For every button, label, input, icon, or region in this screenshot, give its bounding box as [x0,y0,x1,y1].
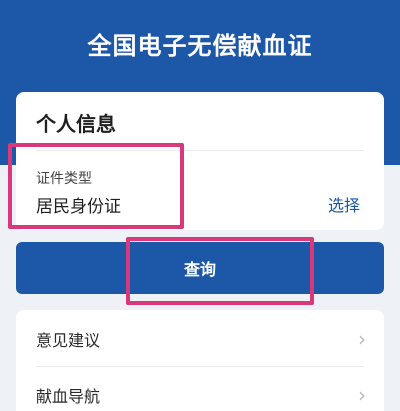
page-title: 全国电子无偿献血证 [87,32,313,60]
query-button[interactable]: 查询 [16,242,384,294]
id-type-label: 证件类型 [36,171,92,187]
list-divider [36,366,364,367]
menu-item-donation-navigation[interactable]: 献血导航 › [16,368,384,411]
menu-item-label: 意见建议 [36,331,101,350]
menu-item-label: 献血导航 [36,387,101,406]
select-id-type-link[interactable]: 选择 [328,192,360,216]
chevron-right-icon: › [358,383,366,407]
chevron-right-icon: › [358,327,366,351]
menu-list: 意见建议 › 献血导航 › [16,310,384,411]
card-divider [36,150,364,151]
id-type-value[interactable]: 居民身份证 [36,192,121,217]
menu-item-feedback[interactable]: 意见建议 › [16,312,384,366]
personal-info-card: 个人信息 证件类型 居民身份证 选择 [16,92,384,230]
card-title: 个人信息 [36,112,116,136]
